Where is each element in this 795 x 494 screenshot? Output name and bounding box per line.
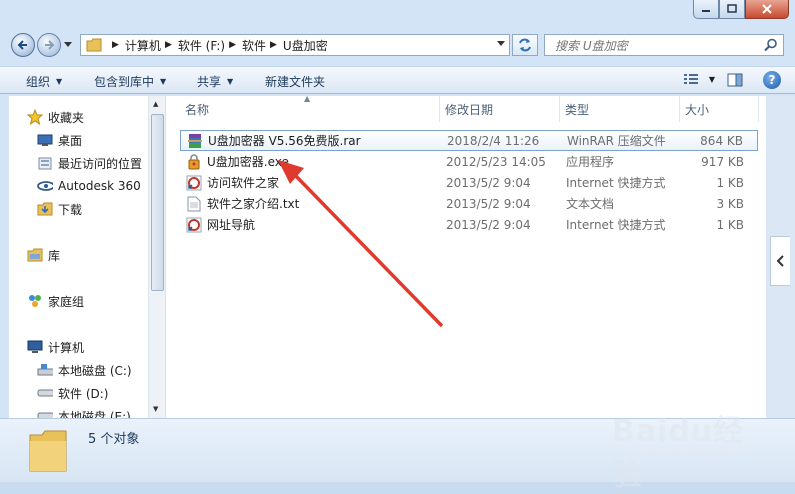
watermark-url: jingyan.baidu.com: [632, 446, 743, 460]
watermark: Baidu经验 jingyan.baidu.com: [612, 396, 772, 493]
item-count: 5 个对象: [88, 432, 140, 447]
folder-icon: [29, 430, 67, 472]
explorer-window: ▶ 计算机▶ 软件 (F:)▶ 软件▶ U盘加密 组织▼ 包含到库中▼ 共享▼ …: [0, 0, 795, 493]
